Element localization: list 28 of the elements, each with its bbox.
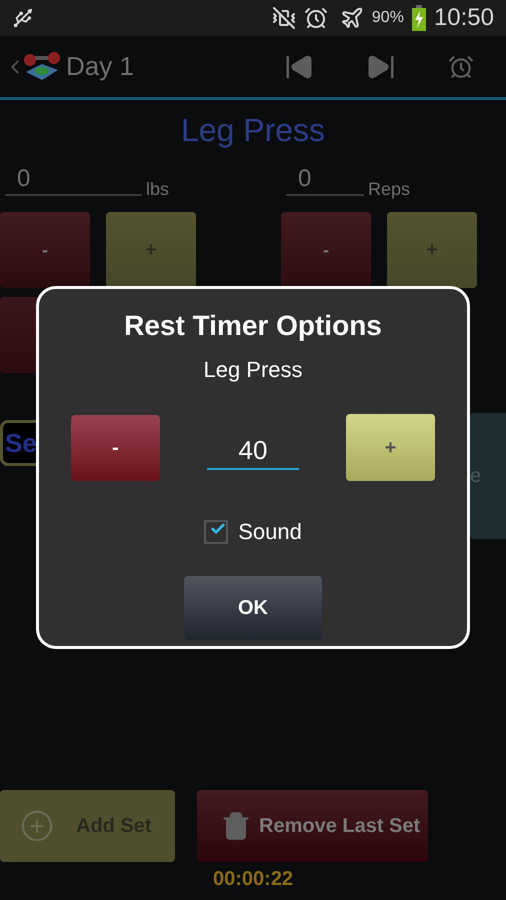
ok-button[interactable]: OK xyxy=(184,576,322,640)
day-title: Day 1 xyxy=(66,50,134,83)
remove-last-set-button[interactable]: Remove Last Set xyxy=(197,790,428,862)
battery-charging-icon xyxy=(412,5,426,31)
exercise-title: Leg Press xyxy=(180,111,326,150)
dialog-title: Rest Timer Options xyxy=(124,309,382,343)
decrease-button[interactable]: - xyxy=(71,414,160,480)
usb-icon xyxy=(12,7,34,29)
airplane-icon xyxy=(340,6,364,30)
decrease-button[interactable]: - xyxy=(281,212,371,288)
alarm-icon xyxy=(304,6,328,30)
unit-label: lbs xyxy=(146,178,170,200)
increase-button[interactable]: + xyxy=(346,414,435,481)
battery-percent: 90% xyxy=(372,8,404,28)
dialog-subtitle: Leg Press xyxy=(203,356,303,384)
elapsed-timer: 00:00:22 xyxy=(213,867,294,892)
number-field[interactable]: 0 xyxy=(5,164,142,196)
decrease-button[interactable]: - xyxy=(0,212,90,288)
add-icon xyxy=(20,809,54,843)
alarm-button[interactable] xyxy=(448,54,474,80)
number-field[interactable]: 0 xyxy=(286,164,364,196)
sound-checkbox[interactable]: Sound xyxy=(204,515,302,548)
clock: 10:50 xyxy=(434,3,494,33)
unit-label: Reps xyxy=(368,178,410,200)
vibrate-off-icon xyxy=(272,6,296,30)
checkbox[interactable] xyxy=(204,520,228,544)
trash-icon xyxy=(221,811,251,841)
seconds-field[interactable]: 40 xyxy=(207,432,299,470)
